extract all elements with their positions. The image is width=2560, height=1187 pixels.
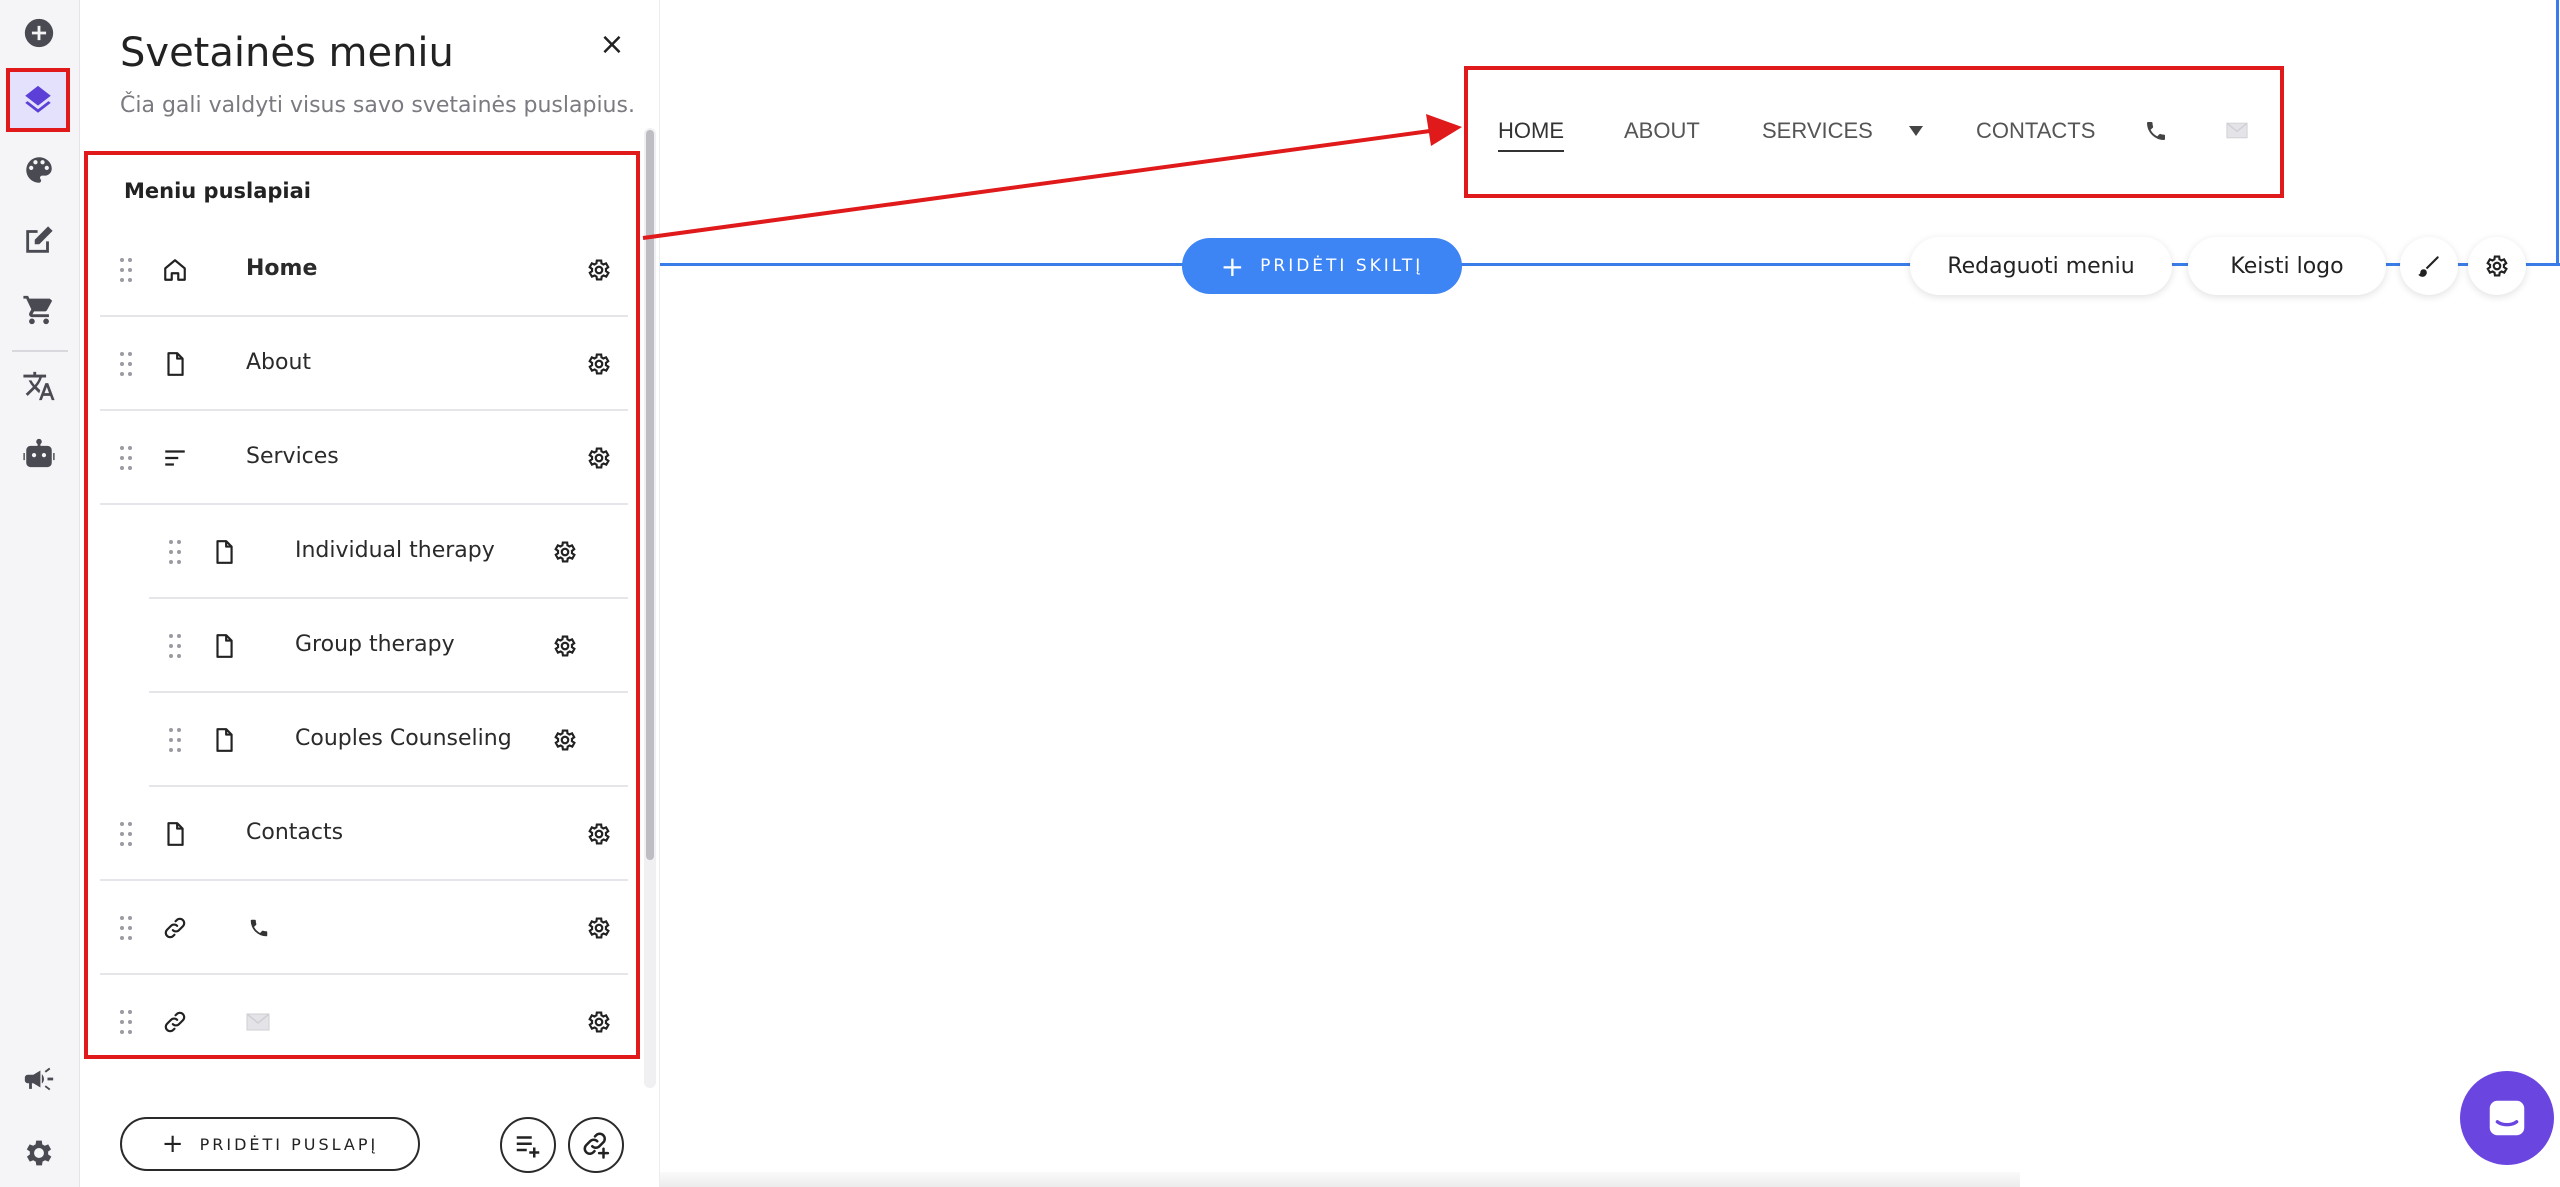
add-page-button[interactable]: + PRIDĖTI PUSLAPĮ	[120, 1117, 420, 1171]
nav-contacts[interactable]: CONTACTS	[1976, 118, 2095, 144]
phone-icon[interactable]	[2144, 119, 2168, 143]
layers-icon[interactable]	[6, 68, 70, 132]
robot-icon[interactable]	[14, 428, 64, 478]
gear-icon[interactable]	[586, 1009, 612, 1035]
home-icon	[164, 259, 186, 281]
plus-icon: +	[161, 1129, 184, 1159]
menu-item-home[interactable]: Home	[100, 223, 628, 317]
brush-button[interactable]	[2400, 237, 2458, 295]
gear-icon[interactable]	[586, 915, 612, 941]
menu-pages-list: Meniu puslapiai Home About Services Indi	[84, 151, 640, 1059]
drag-handle-icon[interactable]	[165, 631, 185, 661]
submenu-icon	[165, 450, 185, 466]
page-icon	[167, 822, 184, 846]
section-settings-button[interactable]	[2468, 237, 2526, 295]
nav-home[interactable]: HOME	[1498, 118, 1564, 152]
gear-icon[interactable]	[552, 539, 578, 565]
menu-item-phone-link[interactable]	[100, 881, 628, 975]
link-icon	[164, 917, 186, 939]
drag-handle-icon[interactable]	[116, 913, 136, 943]
menu-pages-heading: Meniu puslapiai	[124, 179, 312, 203]
add-list-icon	[516, 1136, 540, 1158]
gear-icon[interactable]	[586, 821, 612, 847]
menu-item-label: Individual therapy	[295, 538, 495, 563]
menu-item-label: Services	[246, 444, 339, 469]
scrollbar-thumb[interactable]	[646, 130, 654, 860]
gear-icon[interactable]	[586, 257, 612, 283]
menu-item-contacts[interactable]: Contacts	[100, 787, 628, 881]
chat-icon	[2489, 1100, 2525, 1136]
section-border-vertical	[2556, 0, 2559, 265]
panel-title: Svetainės meniu	[120, 30, 454, 76]
menu-item-label: Group therapy	[295, 632, 455, 657]
drag-handle-icon[interactable]	[165, 725, 185, 755]
page-icon	[216, 634, 233, 658]
menu-item-label: Contacts	[246, 820, 344, 845]
close-icon[interactable]: ×	[592, 24, 632, 64]
menu-item-services[interactable]: Services	[100, 411, 628, 505]
drag-handle-icon[interactable]	[116, 1007, 136, 1037]
caret-down-icon[interactable]	[1908, 125, 1924, 137]
edit-menu-button[interactable]: Redaguoti meniu	[1910, 237, 2172, 295]
page-canvas: HOME ABOUT SERVICES CONTACTS + PRIDĖTI S…	[660, 0, 2560, 1187]
megaphone-icon[interactable]	[14, 1054, 64, 1104]
link-icon	[164, 1011, 186, 1033]
change-logo-button[interactable]: Keisti logo	[2188, 237, 2386, 295]
panel-subtitle: Čia gali valdyti visus savo svetainės pu…	[120, 93, 635, 118]
phone-icon	[250, 919, 268, 937]
website-nav-preview[interactable]: HOME ABOUT SERVICES CONTACTS	[1464, 66, 2284, 198]
drag-handle-icon[interactable]	[116, 349, 136, 379]
add-circle-icon[interactable]	[14, 8, 64, 58]
gear-icon[interactable]	[552, 633, 578, 659]
add-submenu-button[interactable]	[500, 1117, 556, 1173]
nav-about[interactable]: ABOUT	[1624, 118, 1700, 144]
add-page-label: PRIDĖTI PUSLAPĮ	[199, 1134, 379, 1154]
mail-icon[interactable]	[2226, 122, 2248, 139]
settings-icon[interactable]	[14, 1128, 64, 1178]
menu-item-label: Home	[246, 256, 318, 281]
drag-handle-icon[interactable]	[116, 443, 136, 473]
drag-handle-icon[interactable]	[165, 537, 185, 567]
gear-icon[interactable]	[586, 351, 612, 377]
add-link-button[interactable]	[568, 1117, 624, 1173]
page-icon	[216, 540, 233, 564]
page-icon	[216, 728, 233, 752]
site-menu-panel: Svetainės meniu Čia gali valdyti visus s…	[80, 0, 660, 1187]
add-section-label: PRIDĖTI SKILTĮ	[1260, 256, 1424, 276]
chat-support-button[interactable]	[2460, 1071, 2554, 1165]
edit-icon[interactable]	[14, 215, 64, 265]
cart-icon[interactable]	[14, 285, 64, 335]
menu-item-group-therapy[interactable]: Group therapy	[149, 599, 628, 693]
menu-item-couples-counseling[interactable]: Couples Counseling	[149, 693, 628, 787]
plus-icon: +	[1220, 249, 1245, 283]
page-icon	[167, 352, 184, 376]
menu-item-individual-therapy[interactable]: Individual therapy	[149, 505, 628, 599]
brush-icon	[2418, 256, 2439, 277]
left-icon-rail	[0, 0, 80, 1187]
gear-icon	[2486, 255, 2508, 277]
menu-item-mail-link[interactable]	[100, 975, 628, 1069]
nav-services[interactable]: SERVICES	[1762, 118, 1873, 144]
palette-icon[interactable]	[14, 145, 64, 195]
rail-divider	[12, 350, 68, 352]
add-link-icon	[583, 1132, 610, 1159]
gear-icon[interactable]	[552, 727, 578, 753]
drag-handle-icon[interactable]	[116, 255, 136, 285]
menu-item-label: Couples Counseling	[295, 726, 512, 751]
canvas-bottom-edge	[660, 1172, 2020, 1187]
translate-icon[interactable]	[14, 361, 64, 411]
drag-handle-icon[interactable]	[116, 819, 136, 849]
gear-icon[interactable]	[586, 445, 612, 471]
add-section-button[interactable]: + PRIDĖTI SKILTĮ	[1182, 238, 1462, 294]
mail-icon	[246, 1013, 270, 1031]
menu-item-about[interactable]: About	[100, 317, 628, 411]
menu-item-label: About	[246, 350, 312, 375]
